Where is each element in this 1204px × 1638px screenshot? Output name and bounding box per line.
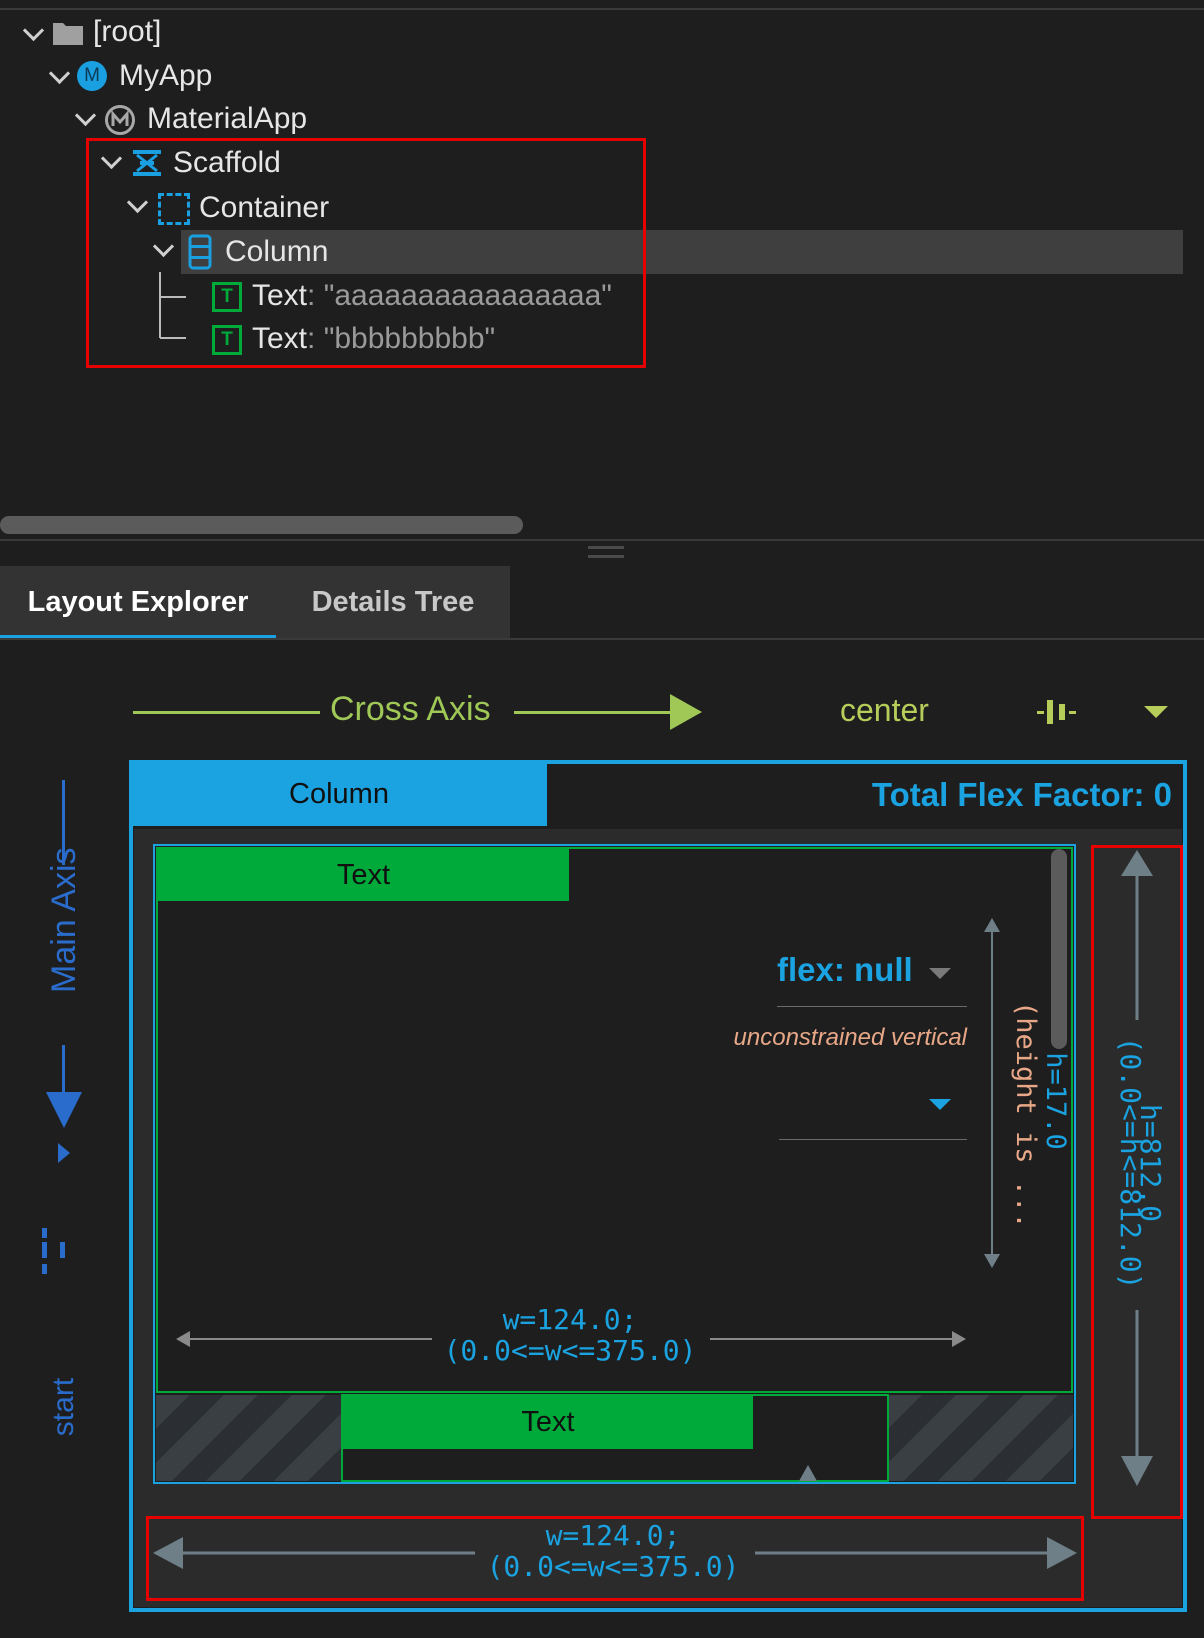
top-divider bbox=[0, 8, 1204, 10]
tab-layout-explorer[interactable]: Layout Explorer bbox=[0, 566, 276, 638]
outer-width-arrow-left bbox=[153, 1537, 475, 1569]
child-2-label[interactable]: Text bbox=[343, 1396, 753, 1449]
tree-item-myapp[interactable]: MyApp bbox=[119, 56, 212, 96]
total-flex-factor: Total Flex Factor: 0 bbox=[871, 776, 1172, 813]
tree-item-materialapp[interactable]: MaterialApp bbox=[147, 99, 307, 139]
fit-dropdown-arrow-icon[interactable] bbox=[929, 1099, 951, 1111]
material-app-icon bbox=[105, 105, 135, 135]
cross-axis-arrow-icon bbox=[670, 694, 702, 730]
inner-width-arrow-left bbox=[176, 1331, 432, 1347]
main-axis-alignment-value[interactable]: start bbox=[47, 1347, 81, 1467]
child-2-hatch-right bbox=[888, 1395, 1073, 1481]
splitter-handle[interactable] bbox=[588, 546, 624, 558]
panel-divider bbox=[0, 539, 1204, 541]
inner-height-value: h=17.0 bbox=[1040, 1052, 1071, 1150]
tree-highlight-box bbox=[86, 138, 646, 368]
tree-label: [root] bbox=[93, 15, 162, 48]
inner-height-arrow bbox=[984, 918, 1000, 1268]
tree-label: MyApp bbox=[119, 59, 213, 92]
main-axis-label: Main Axis bbox=[45, 847, 83, 994]
flex-dropdown-arrow-icon[interactable] bbox=[929, 968, 951, 980]
main-axis-dropdown-icon[interactable] bbox=[58, 1143, 70, 1163]
cross-axis-line-left bbox=[133, 711, 320, 714]
child-1-label[interactable]: Text bbox=[158, 849, 569, 901]
inner-width-arrow-right bbox=[710, 1331, 966, 1347]
chevron-down-icon[interactable] bbox=[22, 19, 45, 42]
inner-width-value: w=124.0; (0.0<=w<=375.0) bbox=[443, 1303, 697, 1367]
inner-height-note: (height is ... bbox=[1010, 1001, 1041, 1229]
dropdown-arrow-icon[interactable] bbox=[1144, 706, 1168, 720]
cross-axis-alignment-value[interactable]: center bbox=[840, 692, 929, 729]
align-start-icon bbox=[42, 1228, 65, 1274]
flex-dropdown-underline bbox=[777, 1006, 967, 1007]
tree-item-root[interactable]: [root] bbox=[93, 12, 161, 52]
outer-width-value: w=124.0; (0.0<=w<=375.0) bbox=[486, 1519, 740, 1583]
tab-details-tree[interactable]: Details Tree bbox=[276, 566, 510, 638]
column-header-tab: Column bbox=[131, 763, 547, 826]
tree-label: MaterialApp bbox=[147, 102, 308, 135]
unconstrained-note: unconstrained vertical bbox=[733, 1024, 967, 1051]
flex-dropdown-value[interactable]: flex: null bbox=[777, 951, 913, 989]
child-2-hatch-left bbox=[156, 1395, 342, 1481]
main-axis-arrow-icon bbox=[46, 1092, 82, 1128]
align-center-icon bbox=[1037, 700, 1076, 724]
chevron-down-icon[interactable] bbox=[48, 62, 71, 85]
main-axis-line-bottom bbox=[62, 1045, 65, 1095]
child-2-arrow-icon bbox=[799, 1465, 817, 1481]
horizontal-scrollbar[interactable] bbox=[0, 516, 523, 534]
fit-dropdown-underline bbox=[779, 1139, 967, 1140]
chevron-down-icon[interactable] bbox=[74, 104, 97, 127]
outer-width-arrow-right bbox=[755, 1537, 1077, 1569]
myapp-icon: M bbox=[77, 61, 107, 91]
folder-icon bbox=[53, 23, 83, 45]
outer-height-value-2: (0.0<=h<=812.0) bbox=[1114, 1036, 1147, 1290]
tab-bar-divider bbox=[0, 638, 1204, 640]
cross-axis-label: Cross Axis bbox=[330, 690, 491, 728]
cross-axis-line-right bbox=[514, 711, 674, 714]
